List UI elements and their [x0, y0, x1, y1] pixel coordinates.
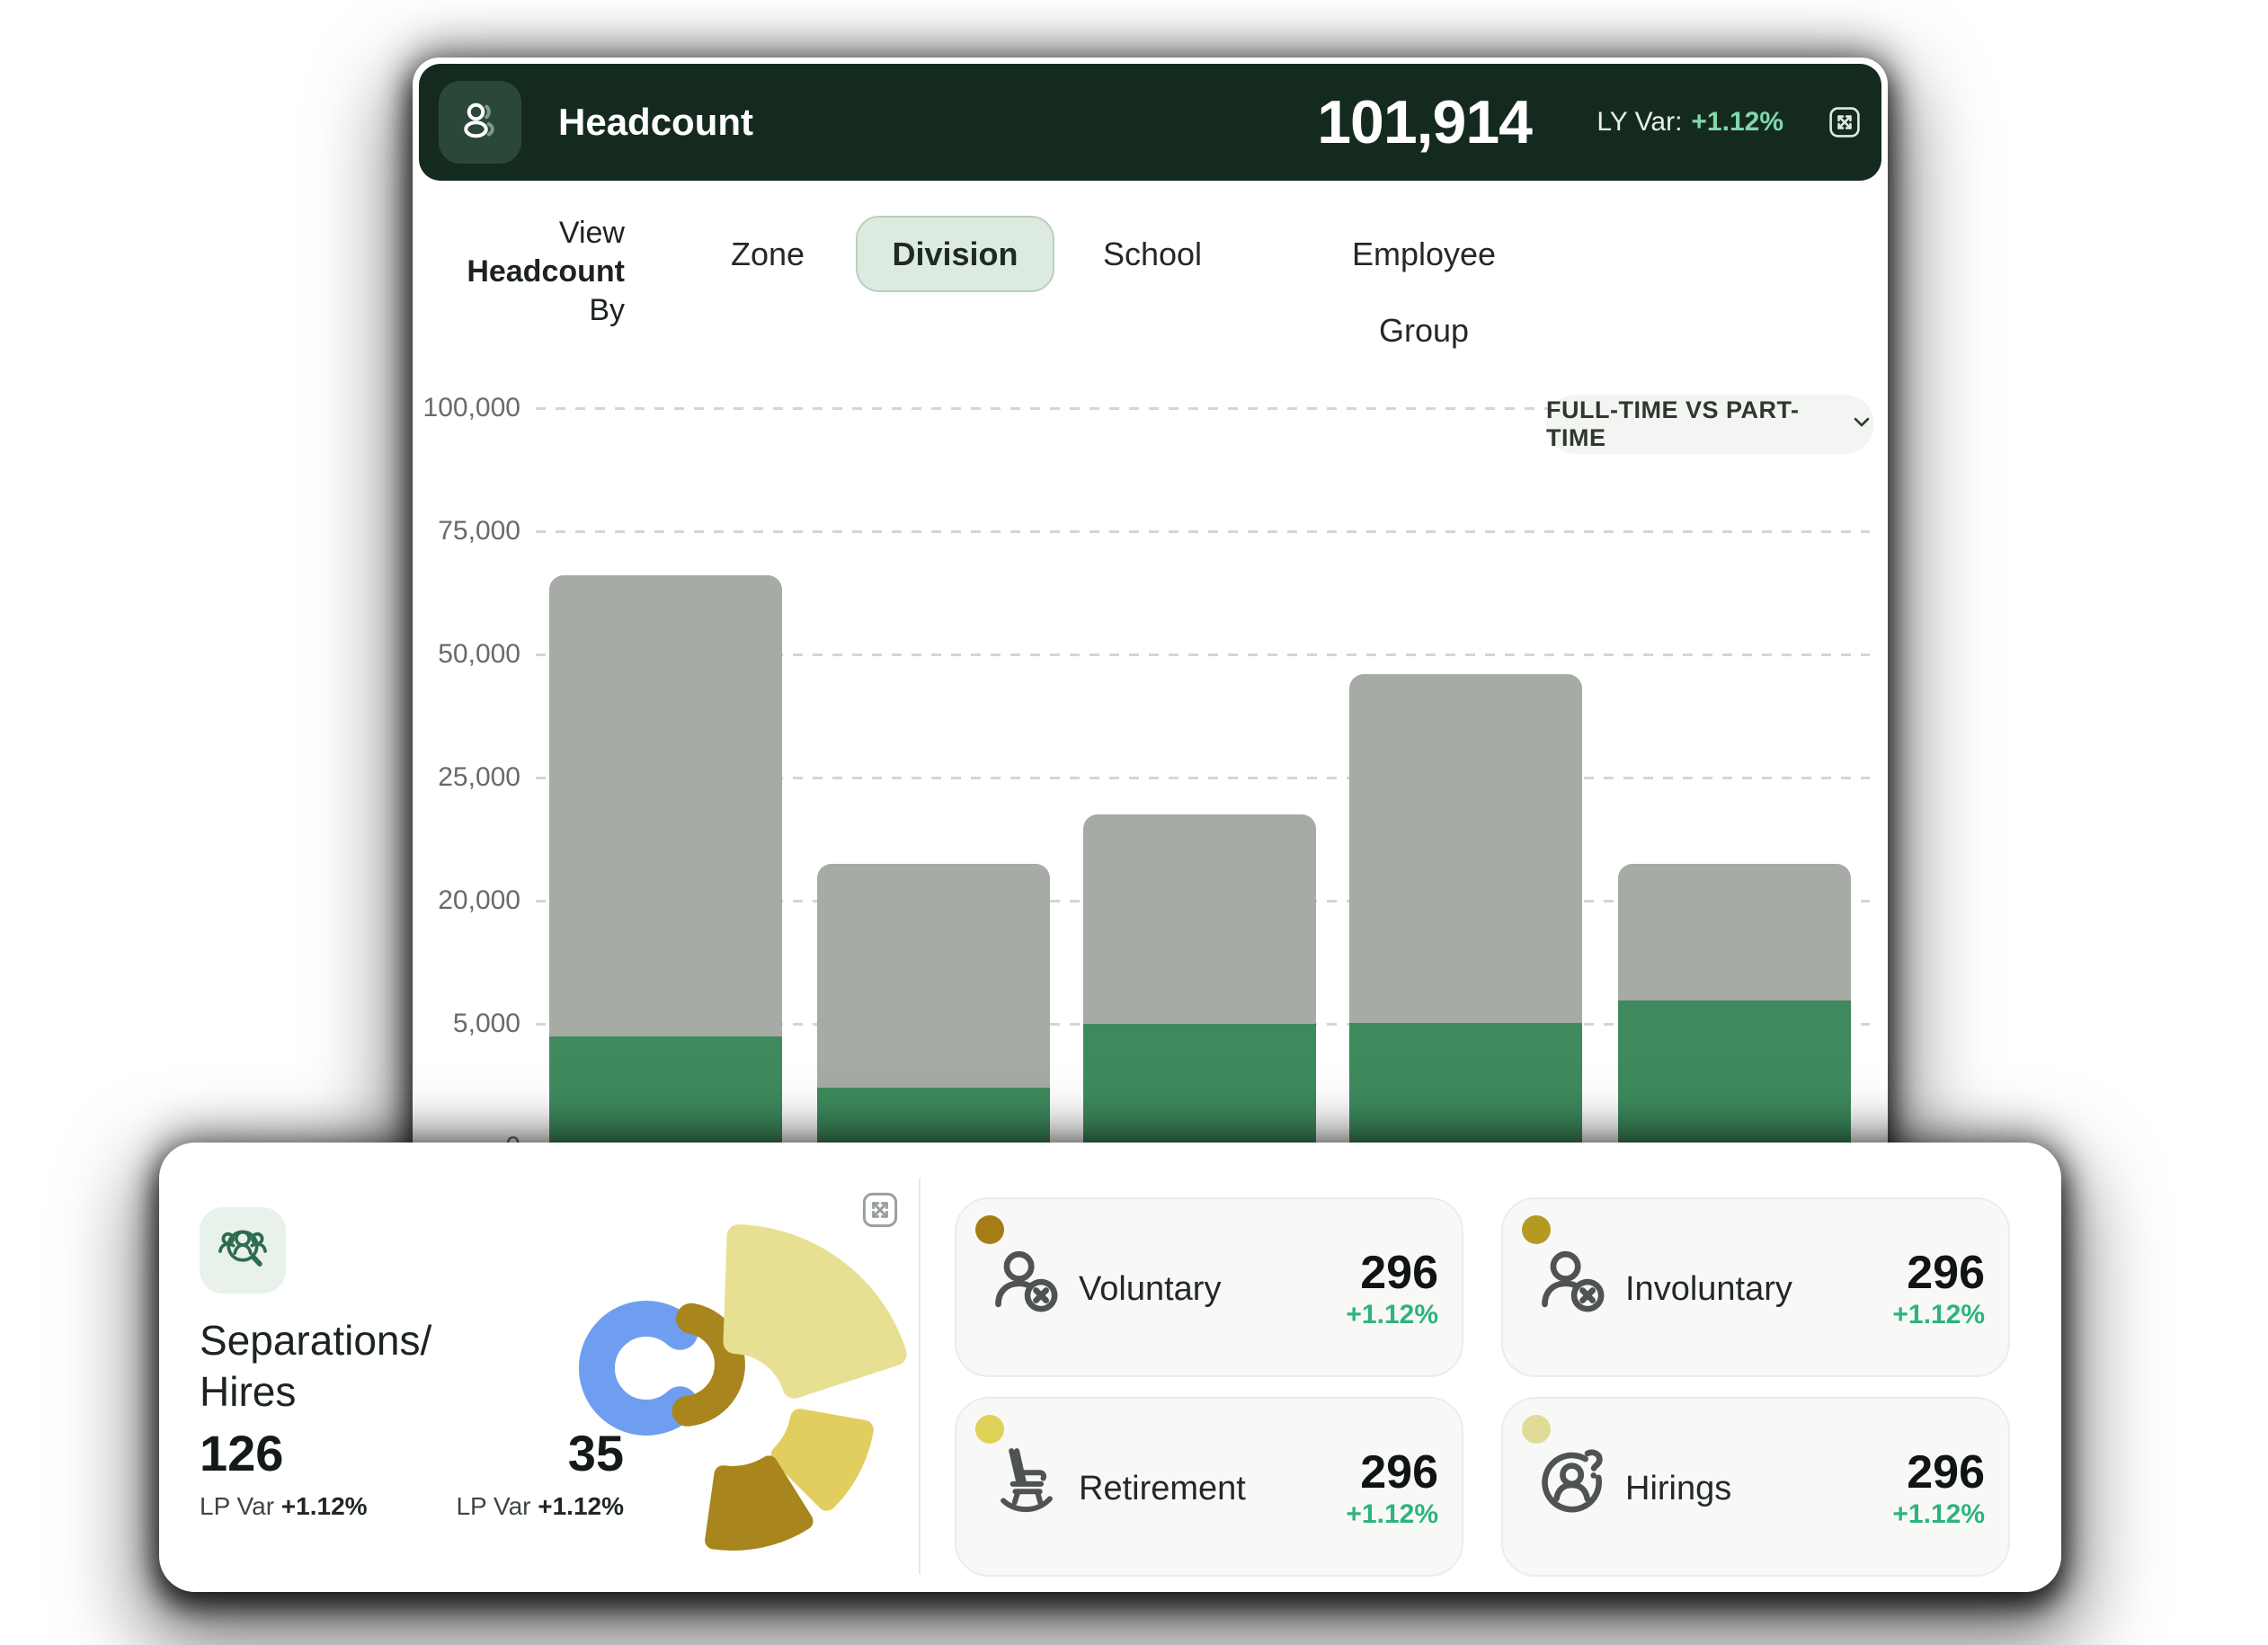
gridline — [536, 530, 1870, 533]
expand-icon[interactable] — [1826, 103, 1863, 141]
bar-part-time-segment[interactable] — [1618, 864, 1851, 1001]
people-search-icon-tile — [200, 1207, 286, 1294]
ly-var: LY Var: +1.12% — [1596, 64, 1783, 181]
headcount-card: Headcount 101,914 LY Var: +1.12% View He… — [413, 58, 1888, 1187]
tab-zone[interactable]: Zone — [721, 216, 814, 292]
stat-value: 296 — [1907, 1247, 1985, 1299]
stat-value: 296 — [1360, 1446, 1438, 1498]
expand-icon[interactable] — [858, 1188, 902, 1232]
user-x-icon — [1535, 1243, 1611, 1319]
separations-value: 126 — [200, 1427, 283, 1480]
rocking-chair-icon — [989, 1443, 1064, 1518]
ly-var-value: +1.12% — [1691, 107, 1783, 138]
dropdown-label: FULL-TIME VS PART-TIME — [1546, 396, 1837, 452]
radial-petal-large — [735, 1236, 895, 1387]
stat-value: 296 — [1360, 1247, 1438, 1299]
stat-label: Retirement — [1079, 1399, 1246, 1578]
stat-value: 296 — [1907, 1446, 1985, 1498]
category-dot — [1522, 1215, 1551, 1244]
category-dot — [1522, 1415, 1551, 1444]
category-dot — [975, 1415, 1004, 1444]
bar-part-time-segment[interactable] — [817, 864, 1050, 1088]
stat-delta: +1.12% — [1346, 1299, 1438, 1331]
stat-card-retirement[interactable]: Retirement 296 +1.12% — [955, 1397, 1463, 1577]
users-icon-tile — [439, 81, 521, 164]
divider — [919, 1178, 921, 1574]
y-axis-tick: 25,000 — [413, 759, 520, 796]
stat-label: Hirings — [1625, 1399, 1731, 1578]
stat-label: Voluntary — [1079, 1199, 1221, 1379]
stat-card-hirings[interactable]: Hirings 296 +1.12% — [1501, 1397, 2010, 1577]
user-x-icon — [989, 1243, 1064, 1319]
separations-hires-card: Separations/ Hires 126 LP Var +1.12% 35 … — [159, 1143, 2061, 1592]
y-axis-tick: 50,000 — [413, 636, 520, 673]
radial-inner-arc-gold — [688, 1319, 730, 1411]
view-headcount-by-label: View Headcount By — [427, 214, 625, 330]
people-search-icon — [214, 1220, 271, 1282]
y-axis-tick: 20,000 — [413, 882, 520, 920]
stat-label: Involuntary — [1625, 1199, 1792, 1379]
full-time-part-time-dropdown[interactable]: FULL-TIME VS PART-TIME — [1546, 395, 1874, 454]
stat-card-voluntary[interactable]: Voluntary 296 +1.12% — [955, 1197, 1463, 1377]
stat-delta: +1.12% — [1346, 1498, 1438, 1531]
y-axis-tick: 75,000 — [413, 512, 520, 550]
category-dot — [975, 1215, 1004, 1244]
bar-part-time-segment[interactable] — [549, 575, 782, 1036]
stat-delta: +1.12% — [1892, 1299, 1985, 1331]
ly-var-label: LY Var: — [1596, 107, 1682, 138]
y-axis-tick: 5,000 — [413, 1005, 520, 1043]
users-icon — [453, 93, 507, 152]
tab-school[interactable]: School — [1094, 216, 1211, 292]
stat-delta: +1.12% — [1892, 1498, 1985, 1531]
bar-part-time-segment[interactable] — [1083, 814, 1316, 1024]
separations-lp-var: LP Var +1.12% — [200, 1491, 368, 1522]
stat-card-involuntary[interactable]: Involuntary 296 +1.12% — [1501, 1197, 2010, 1377]
bar-part-time-segment[interactable] — [1349, 674, 1582, 1023]
page-title: Headcount — [558, 64, 753, 181]
separations-hires-title: Separations/ Hires — [200, 1315, 431, 1418]
user-question-icon — [1535, 1443, 1611, 1518]
tab-division[interactable]: Division — [856, 216, 1054, 292]
chevron-down-icon — [1849, 409, 1874, 440]
radial-ring-blue — [597, 1319, 680, 1418]
headcount-header: Headcount 101,914 LY Var: +1.12% — [419, 64, 1881, 181]
headcount-total: 101,914 — [1317, 64, 1532, 181]
tab-employee-group[interactable]: Employee Group — [1303, 216, 1545, 292]
y-axis-tick: 100,000 — [413, 389, 520, 427]
dashboard: Headcount 101,914 LY Var: +1.12% View He… — [0, 0, 2268, 1645]
